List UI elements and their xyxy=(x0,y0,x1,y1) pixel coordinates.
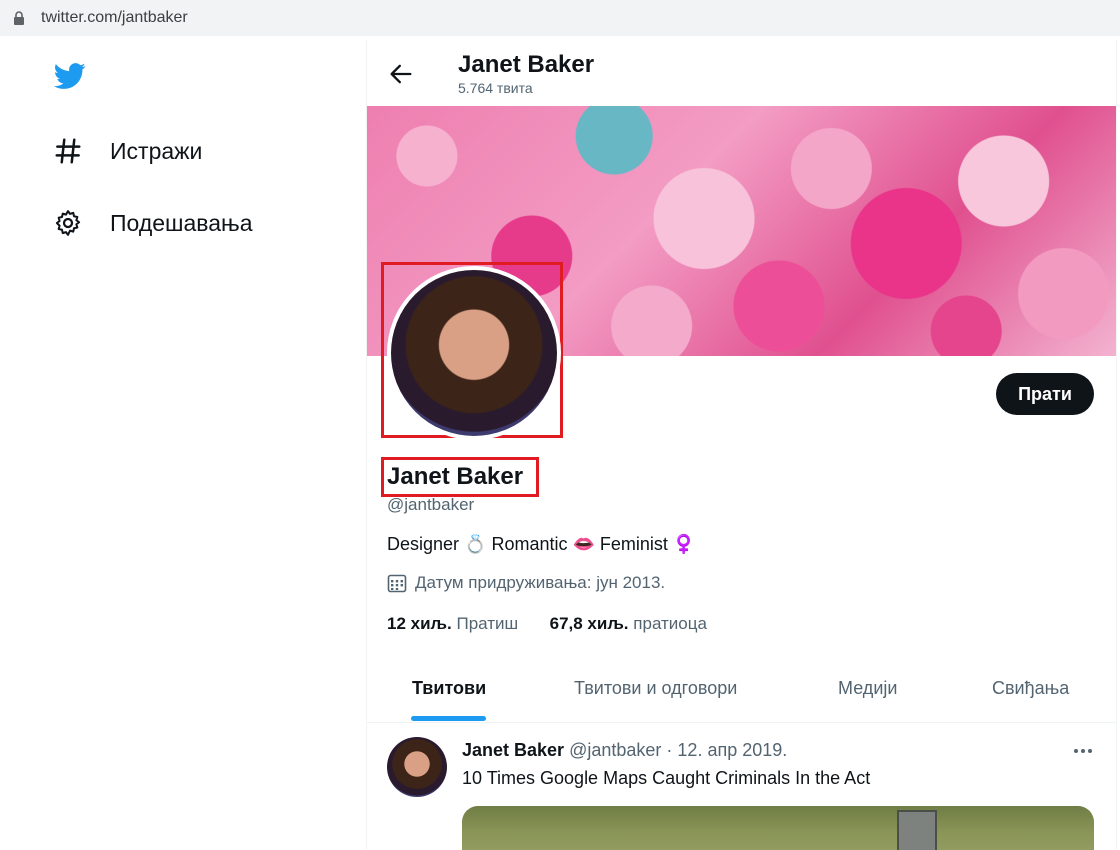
followers-link[interactable]: 67,8 хиљ. пратиоца xyxy=(550,614,707,633)
tweet-item[interactable]: Janet Baker @jantbaker · 12. апр 2019. 1… xyxy=(367,723,1116,850)
tab-tweets-replies[interactable]: Твитови и одговори xyxy=(574,678,737,699)
following-link[interactable]: 12 хиљ. Пратиш xyxy=(387,614,518,633)
followers-label: пратиоца xyxy=(633,614,707,633)
hashtag-icon xyxy=(52,135,84,167)
sidebar-item-settings[interactable]: Подешавања xyxy=(52,203,253,243)
profile-tabs: Твитови Твитови и одговори Медији Свиђањ… xyxy=(367,660,1116,723)
follow-stats: 12 хиљ. Пратиш 67,8 хиљ. пратиоца xyxy=(387,614,707,634)
tab-media[interactable]: Медији xyxy=(838,678,897,699)
join-date: Датум придруживања: јун 2013. xyxy=(387,573,665,593)
tab-tweets[interactable]: Твитови xyxy=(412,678,486,699)
active-tab-indicator xyxy=(411,716,486,721)
sidebar-item-explore[interactable]: Истражи xyxy=(52,131,202,171)
tab-likes[interactable]: Свиђања xyxy=(992,678,1069,699)
tweet-handle[interactable]: @jantbaker xyxy=(569,740,661,760)
profile-header: Janet Baker 5.764 твита xyxy=(367,40,1116,106)
profile-bio: Designer 💍 Romantic 👄 Feminist ♀️ xyxy=(387,534,696,554)
follow-button[interactable]: Прати xyxy=(996,373,1094,415)
tweet-text: 10 Times Google Maps Caught Criminals In… xyxy=(462,768,871,788)
twitter-logo-icon[interactable] xyxy=(52,60,88,92)
profile-name: Janet Baker xyxy=(387,463,524,490)
sidebar-item-label: Подешавања xyxy=(110,209,253,236)
sidebar: Истражи Подешавања xyxy=(0,36,366,850)
gear-icon xyxy=(52,207,84,239)
profile-handle: @jantbaker xyxy=(387,495,475,514)
following-count: 12 хиљ. xyxy=(387,614,452,633)
tweet-media-image[interactable] xyxy=(462,806,1094,850)
tweet-author[interactable]: Janet Baker xyxy=(462,740,564,760)
profile-avatar[interactable] xyxy=(387,266,561,440)
tweet-date[interactable]: · 12. апр 2019. xyxy=(666,740,787,760)
back-arrow-icon[interactable] xyxy=(387,60,415,88)
calendar-icon xyxy=(387,574,407,593)
more-options-icon[interactable] xyxy=(1071,741,1095,761)
tweet-avatar[interactable] xyxy=(387,737,447,797)
profile-column: Janet Baker 5.764 твита Прати Janet Bake… xyxy=(366,40,1117,850)
tweet-count: 5.764 твита xyxy=(458,80,533,96)
url-text[interactable]: twitter.com/jantbaker xyxy=(41,9,188,27)
header-name: Janet Baker xyxy=(458,51,595,78)
browser-url-bar[interactable]: twitter.com/jantbaker xyxy=(0,0,1120,36)
following-label: Пратиш xyxy=(456,614,519,633)
sidebar-item-label: Истражи xyxy=(110,137,203,164)
join-date-text: Датум придруживања: јун 2013. xyxy=(415,573,666,592)
tweet-header: Janet Baker @jantbaker · 12. апр 2019. xyxy=(462,740,787,761)
followers-count: 67,8 хиљ. xyxy=(549,614,629,633)
media-sign-shape xyxy=(897,810,937,850)
lock-icon xyxy=(14,11,24,25)
